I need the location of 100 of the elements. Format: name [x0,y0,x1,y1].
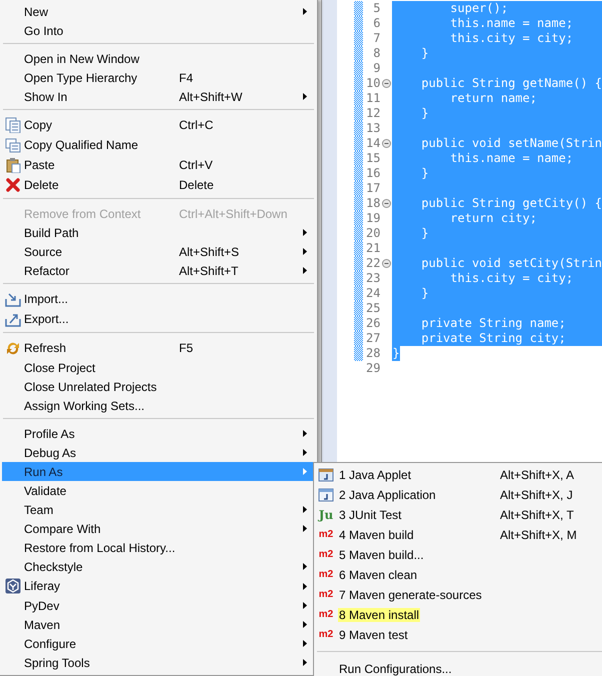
menu-item[interactable]: Refactor Alt+Shift+T [2,261,315,280]
menu-item[interactable]: m2 6 Maven clean [316,565,602,585]
menu-item-label: Copy [24,117,54,134]
menu-item[interactable]: m2 7 Maven generate-sources [316,585,602,605]
shortcut-label: Ctrl+Alt+Shift+Down [179,206,288,222]
menu-item-label: Paste [24,157,56,174]
junit-icon: Ju [318,509,334,521]
menu-item[interactable]: Copy Qualified Name [2,135,315,155]
menu-item-label: 2 Java Application [338,488,437,502]
menu-item-label: Liferay [24,578,62,595]
menu-item-label: Source [24,244,64,260]
menu-item[interactable]: 2 Java Application Alt+Shift+X, J [316,485,602,505]
menu-item[interactable]: Ju 3 JUnit Test Alt+Shift+X, T [316,505,602,525]
menu-item[interactable]: Profile As [2,424,315,443]
menu-item-label: Go Into [24,22,64,40]
line-number: 13 [365,121,380,136]
menu-item-label: Run As [24,464,64,480]
menu-item[interactable]: Build Path [2,223,315,242]
line-number: 8 [372,46,380,61]
menu-item-label: 3 JUnit Test [338,508,402,522]
menu-item[interactable]: m2 5 Maven build... [316,545,602,565]
code-line: } [420,286,429,301]
code-line: this.name = name; [449,151,574,166]
menu-item[interactable]: Maven [2,615,315,634]
maven-icon: m2 [318,630,334,640]
menu-item[interactable]: Configure [2,634,315,653]
menu-item-label: 6 Maven clean [338,568,418,582]
menu-item[interactable]: 1 Java Applet Alt+Shift+X, A [316,465,602,485]
menu-item[interactable]: Import... [2,289,315,309]
menu-item-label: Open Type Hierarchy [24,70,138,86]
shortcut-label: Delete [179,177,215,194]
menu-item[interactable]: Team [2,500,315,519]
code-line: public void setName(Strin [420,136,602,151]
menu-item[interactable]: Show In Alt+Shift+W [2,87,315,106]
line-number: 15 [365,151,380,166]
menu-item-label: Team [24,502,54,518]
copy-icon [5,137,21,153]
menu-item[interactable]: Run Configurations... [316,658,602,676]
menu-item[interactable]: Spring Tools [2,653,315,672]
line-number: 28 [365,346,380,361]
code-line: private String city; [420,331,566,346]
menu-item[interactable]: Copy Ctrl+C [2,115,315,135]
import-icon [5,291,21,307]
shortcut-label: Alt+Shift+W [179,88,244,106]
shortcut-label: Ctrl+V [179,157,214,174]
menu-item-label: Remove from Context [24,206,142,222]
maven-icon: m2 [318,610,334,620]
menu-item[interactable]: Open Type Hierarchy F4 [2,68,315,87]
menu-item-label: Delete [24,177,60,194]
menu-item[interactable]: Open in New Window [2,49,315,68]
menu-item[interactable]: Paste Ctrl+V [2,155,315,175]
menu-item-label: Show In [24,88,68,106]
menu-item-label: Compare With [24,520,102,538]
shortcut-label: Alt+Shift+X, T [500,507,574,524]
menu-item[interactable]: Refresh F5 [2,338,315,358]
menu-item-label: Spring Tools [24,654,91,672]
menu-item[interactable]: Close Project [2,358,315,377]
menu-item[interactable]: PyDev [2,596,315,615]
menu-item-label: 7 Maven generate-sources [338,588,483,602]
menu-item[interactable]: Close Unrelated Projects [2,377,315,396]
code-line: } [420,166,429,181]
fold-icon [382,259,391,268]
menu-item-label: 9 Maven test [338,628,409,642]
line-number: 22 [365,256,380,271]
menu-item[interactable]: Source Alt+Shift+S [2,242,315,261]
line-number: 29 [365,361,380,376]
menu-item[interactable]: m2 8 Maven install [316,605,602,625]
menu-item[interactable]: m2 9 Maven test [316,625,602,645]
code-line: this.city = city; [449,31,574,46]
menu-item[interactable]: Export... [2,309,315,329]
code-line: private String name; [420,316,566,331]
menu-item[interactable]: Delete Delete [2,175,315,195]
menu-item[interactable]: Go Into [2,21,315,40]
menu-item-label: Copy Qualified Name [24,137,140,154]
line-number: 23 [365,271,380,286]
menu-item[interactable]: Debug As [2,443,315,462]
maven-icon: m2 [318,570,334,580]
maven-icon: m2 [318,530,334,540]
clipboard-icon [5,157,21,173]
fold-icon [382,199,391,208]
menu-item-label: New [24,4,50,20]
code-line: } [420,106,429,121]
menu-item[interactable]: Assign Working Sets... [2,396,315,415]
shortcut-label: Ctrl+C [179,117,214,134]
menu-item[interactable]: Compare With [2,519,315,538]
shortcut-label: F4 [179,70,194,86]
maven-icon: m2 [318,550,334,560]
menu-item[interactable]: Run As [2,462,315,481]
code-line: public String getCity() { [420,196,602,211]
menu-item[interactable]: Checkstyle [2,557,315,576]
menu-item-label: 5 Maven build... [338,548,425,562]
menu-item[interactable]: Liferay [2,576,315,596]
menu-item[interactable]: New [2,2,315,21]
menu-item-label: Close Unrelated Projects [24,378,158,396]
menu-item[interactable]: Restore from Local History... [2,538,315,557]
menu-item-label: Assign Working Sets... [24,398,146,414]
menu-item[interactable]: Validate [2,481,315,500]
menu-item[interactable]: m2 4 Maven build Alt+Shift+X, M [316,525,602,545]
menu-item-label: Build Path [24,224,80,242]
menu-item-label: Checkstyle [24,558,84,576]
